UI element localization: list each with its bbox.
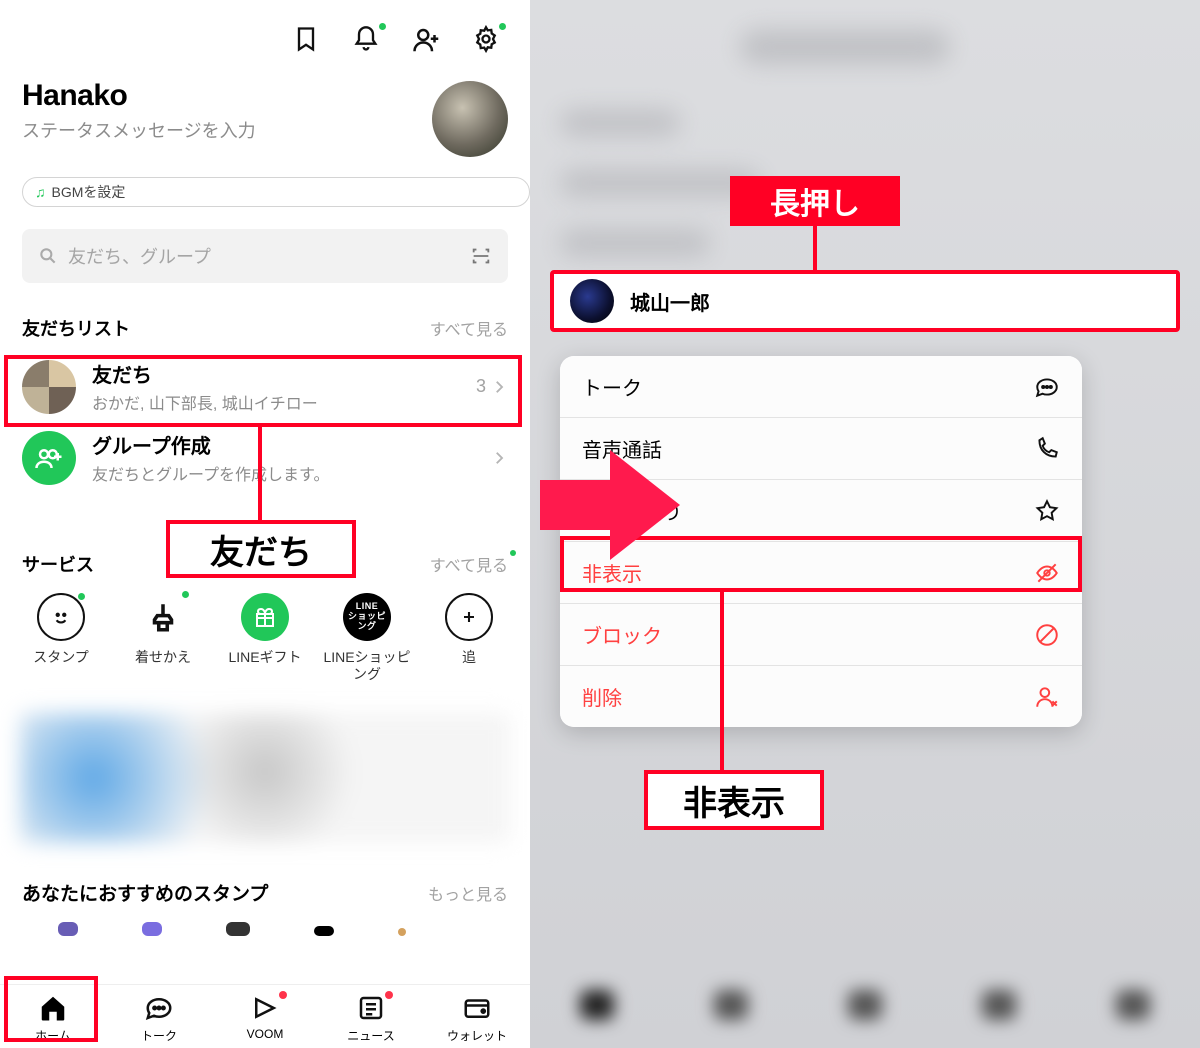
service-stamp[interactable]: スタンプ [10,593,112,683]
gift-icon [241,593,289,641]
gear-icon[interactable] [472,25,502,55]
bell-icon[interactable] [352,25,382,55]
friends-avatar-collage [22,360,76,414]
see-all-link[interactable]: すべて見る [430,316,508,340]
chat-icon [143,993,175,1023]
create-group-row[interactable]: グループ作成 友だちとグループを作成します。 [0,422,530,493]
scan-icon[interactable] [470,245,492,267]
music-note-icon: ♫ [35,184,46,200]
annotation-line [720,592,724,770]
chevron-right-icon [490,449,508,467]
blurred-tabbar [530,962,1200,1048]
search-icon [38,246,58,266]
bottom-tab-bar: ホーム トーク VOOM ニュース ウォレット [0,984,530,1048]
friends-section-header: 友だちリスト すべて見る [0,291,530,351]
annotation-line [258,427,262,523]
tab-voom[interactable]: VOOM [212,993,318,1044]
annotation-long-press: 長押し [730,176,900,226]
news-icon [355,993,387,1023]
service-theme[interactable]: 着せかえ [112,593,214,683]
profile-name: Hanako [22,79,432,113]
friend-name: 城山一郎 [630,287,710,316]
block-icon [1034,622,1060,648]
plus-icon [445,593,493,641]
tab-wallet[interactable]: ウォレット [424,993,530,1044]
avatar [570,279,614,323]
eye-off-icon [1034,560,1060,586]
annotation-friends-label: 友だち [166,520,356,578]
smile-icon [37,593,85,641]
line-shopping-icon: LINE ショッピング [343,593,391,641]
bgm-button[interactable]: ♫ BGMを設定 [22,177,530,207]
star-icon [1034,498,1060,524]
tab-home[interactable]: ホーム [0,993,106,1044]
avatar[interactable] [432,81,508,157]
tab-news[interactable]: ニュース [318,993,424,1044]
bgm-label: BGMを設定 [52,182,126,202]
header-icons [0,0,530,73]
see-all-link[interactable]: すべて見る [430,552,508,576]
focused-friend-row[interactable]: 城山一郎 [550,270,1180,332]
friends-count: 3 [476,376,486,397]
recommend-header: あなたにおすすめのスタンプ もっと見る [0,843,530,912]
menu-talk[interactable]: トーク [560,356,1082,418]
blurred-content [20,713,510,843]
bookmark-icon[interactable] [292,25,322,55]
services-grid: スタンプ 着せかえ LINEギフト LINE ショッピング LINEショッピング [0,587,530,683]
recommend-more[interactable]: もっと見る [428,881,508,905]
arrow-icon [540,440,680,570]
service-shopping[interactable]: LINE ショッピング LINEショッピング [316,593,418,683]
user-remove-icon [1034,684,1060,710]
group-add-icon [22,431,76,485]
row-subtitle: おかだ, 山下部長, 城山イチロー [92,390,476,414]
friends-row[interactable]: 友だち おかだ, 山下部長, 城山イチロー 3 [0,351,530,422]
profile-status[interactable]: ステータスメッセージを入力 [22,117,432,143]
service-more[interactable]: 追 [418,593,520,683]
annotation-line [813,226,817,270]
menu-delete[interactable]: 削除 [560,666,1082,727]
play-icon [249,993,281,1023]
chat-icon [1034,374,1060,400]
section-title: サービス [22,551,94,577]
brush-icon [139,593,187,641]
service-gift[interactable]: LINEギフト [214,593,316,683]
row-title: 友だち [92,359,476,388]
annotation-hide-label: 非表示 [644,770,824,830]
chevron-right-icon [490,378,508,396]
menu-block[interactable]: ブロック [560,604,1082,666]
phone-icon [1034,436,1060,462]
recommend-title: あなたにおすすめのスタンプ [22,879,268,906]
row-title: グループ作成 [92,430,490,459]
add-friend-icon[interactable] [412,25,442,55]
search-input[interactable]: 友だち、グループ [22,229,508,283]
wallet-icon [461,993,493,1023]
profile-header: Hanako ステータスメッセージを入力 [0,73,530,167]
search-placeholder: 友だち、グループ [68,243,470,269]
sticker-strip [0,912,530,936]
tab-talk[interactable]: トーク [106,993,212,1044]
home-icon [37,993,69,1023]
row-subtitle: 友だちとグループを作成します。 [92,461,490,485]
section-title: 友だちリスト [22,315,130,341]
line-home-screen: Hanako ステータスメッセージを入力 ♫ BGMを設定 友だち、グループ 友… [0,0,530,1048]
friends-list: 友だち おかだ, 山下部長, 城山イチロー 3 グループ作成 友だちとグループを… [0,351,530,501]
